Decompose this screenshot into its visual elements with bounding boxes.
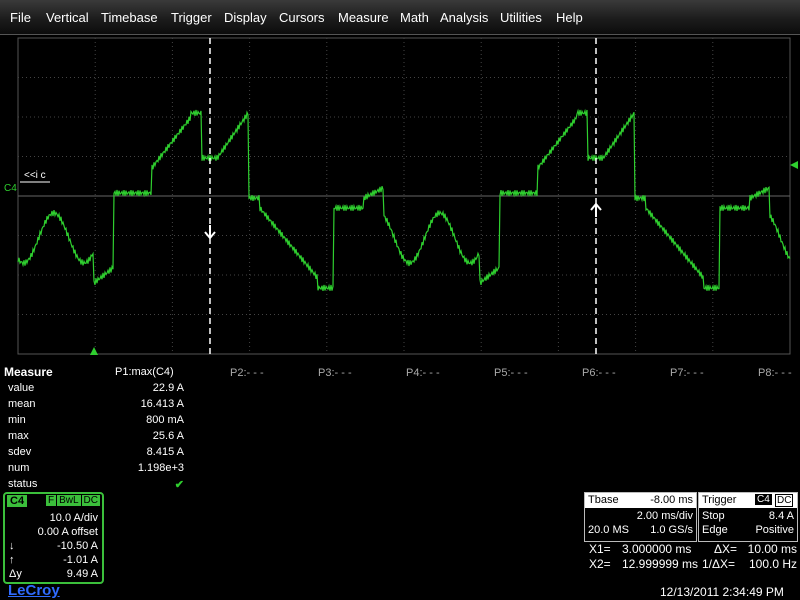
menu-vertical[interactable]: Vertical [46, 10, 89, 25]
cursor2-symbol-icon: ↑ [9, 554, 15, 566]
x2-value: 12.999999 ms [622, 557, 699, 571]
trigger-channel: C4 [755, 494, 772, 505]
x1-value: 3.000000 ms [622, 542, 692, 556]
trigger-title: Trigger [702, 494, 737, 506]
channel-tag: C4 [7, 495, 28, 507]
status-check-icon: ✔ [174, 479, 184, 491]
p8-header[interactable]: P8:- - - [758, 367, 792, 379]
menu-help[interactable]: Help [556, 10, 583, 25]
menu-measure[interactable]: Measure [338, 10, 389, 25]
channel-vdiv: 10.0 A/div [49, 512, 98, 524]
channel-cursor1: -10.50 A [57, 540, 98, 552]
brand-logo[interactable]: LeCroy [8, 582, 60, 599]
cursor1-symbol-icon: ↓ [9, 540, 15, 552]
timebase-delay: -8.00 ms [650, 494, 693, 506]
measure-panel: Measure P1:max(C4) P2:- - - P3:- - - P4:… [4, 365, 792, 491]
trigger-mode: Stop [702, 510, 725, 522]
menu-cursors[interactable]: Cursors [279, 10, 325, 25]
menu-file[interactable]: File [10, 10, 31, 25]
trigger-level: 8.4 A [768, 510, 794, 522]
menu-math[interactable]: Math [400, 10, 429, 25]
inv-dx-value: 100.0 Hz [748, 557, 797, 571]
x1-label: X1= [589, 542, 611, 556]
channel-flags: F BwL DC [45, 495, 100, 506]
menu-trigger[interactable]: Trigger [171, 10, 212, 25]
dx-label: ΔX= [714, 542, 738, 556]
timebase-tdiv: 2.00 ms/div [636, 510, 693, 522]
p1-header[interactable]: P1:max(C4) [115, 366, 174, 378]
menu-display[interactable]: Display [224, 10, 267, 25]
trigger-level-marker-icon [790, 161, 798, 169]
trace-annotation: <<i c [24, 170, 46, 181]
channel-cursor2: -1.01 A [63, 554, 98, 566]
timebase-samples: 20.0 MS [588, 524, 629, 536]
inv-dx-label: 1/ΔX= [702, 557, 736, 571]
waveform-grid[interactable]: C4 <<i c [0, 35, 800, 355]
datetime: 12/13/2011 2:34:49 PM [660, 585, 784, 599]
trigger-slope: Positive [755, 524, 794, 536]
c4-waveform-trace [17, 108, 791, 292]
channel-offset: 0.00 A offset [37, 526, 98, 538]
p7-header[interactable]: P7:- - - [670, 367, 704, 379]
cursor-x2-arrow-icon [590, 202, 602, 217]
timebase-rate: 1.0 GS/s [650, 524, 693, 536]
trigger-type: Edge [702, 524, 728, 536]
x2-label: X2= [589, 557, 611, 571]
cursor-x1-arrow-icon [204, 225, 216, 240]
delta-y-label: Δy [9, 568, 22, 580]
channel-delta: 9.49 A [66, 568, 98, 580]
p3-header[interactable]: P3:- - - [318, 367, 352, 379]
trigger-panel[interactable]: Trigger C4 DC Stop 8.4 A Edge Positive [698, 492, 798, 542]
p5-header[interactable]: P5:- - - [494, 367, 528, 379]
menu-analysis[interactable]: Analysis [440, 10, 488, 25]
trigger-position-marker-icon [90, 347, 98, 355]
timebase-title: Tbase [588, 494, 619, 506]
menu-timebase[interactable]: Timebase [101, 10, 158, 25]
timebase-panel[interactable]: Tbase -8.00 ms 2.00 ms/div 20.0 MS 1.0 GS… [584, 492, 697, 542]
p4-header[interactable]: P4:- - - [406, 367, 440, 379]
channel-marker-label: C4 [4, 183, 17, 194]
trigger-coupling: DC [775, 494, 794, 507]
p6-header[interactable]: P6:- - - [582, 367, 616, 379]
menu-utilities[interactable]: Utilities [500, 10, 542, 25]
dx-value: 10.00 ms [747, 542, 797, 556]
measure-title: Measure [4, 365, 53, 379]
menu-bar: File Vertical Timebase Trigger Display C… [0, 0, 800, 35]
channel-c4-descriptor[interactable]: C4 F BwL DC 10.0 A/div 0.00 A offset ↓ -… [3, 492, 104, 584]
p2-header[interactable]: P2:- - - [230, 367, 264, 379]
